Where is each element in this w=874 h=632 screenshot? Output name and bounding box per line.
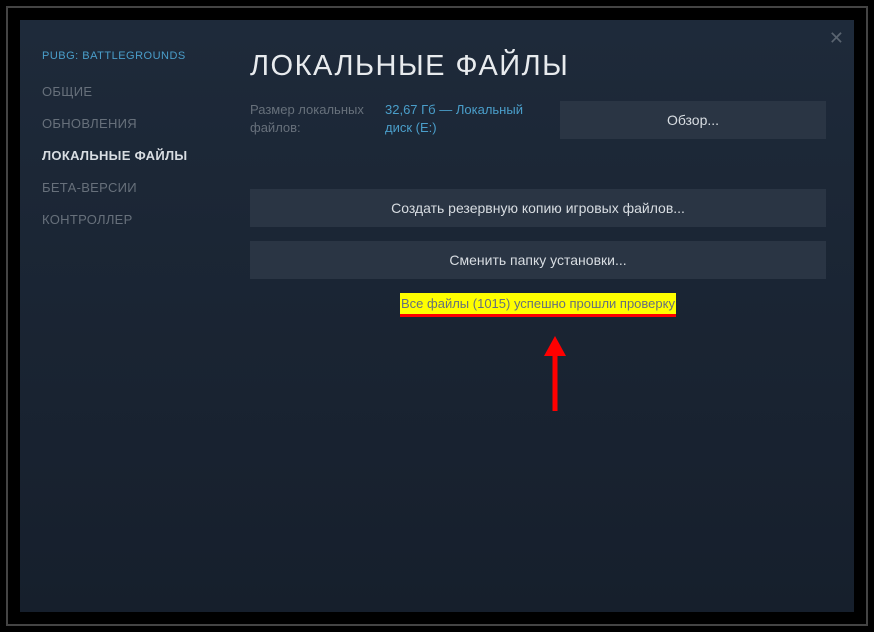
game-title: PUBG: BATTLEGROUNDS [42, 50, 230, 62]
sidebar-item-updates[interactable]: ОБНОВЛЕНИЯ [42, 116, 230, 131]
move-install-button[interactable]: Сменить папку установки... [250, 241, 826, 279]
validation-highlight: Все файлы (1015) успешно прошли проверку [400, 293, 676, 317]
file-size-label: Размер локальных файлов: [250, 101, 385, 137]
sidebar-item-betas[interactable]: БЕТА-ВЕРСИИ [42, 180, 230, 195]
sidebar-item-general[interactable]: ОБЩИЕ [42, 84, 230, 99]
page-title: ЛОКАЛЬНЫЕ ФАЙЛЫ [250, 50, 826, 83]
sidebar-item-controller[interactable]: КОНТРОЛЛЕР [42, 212, 230, 227]
content-panel: ЛОКАЛЬНЫЕ ФАЙЛЫ Размер локальных файлов:… [230, 20, 854, 612]
browse-button[interactable]: Обзор... [560, 101, 826, 139]
sidebar-item-local-files[interactable]: ЛОКАЛЬНЫЕ ФАЙЛЫ [42, 148, 230, 163]
file-size-row: Размер локальных файлов: 32,67 Гб — Лока… [250, 101, 826, 139]
validation-row: Все файлы (1015) успешно прошли проверку [250, 293, 826, 317]
backup-button[interactable]: Создать резервную копию игровых файлов..… [250, 189, 826, 227]
outer-frame: ✕ PUBG: BATTLEGROUNDS ОБЩИЕ ОБНОВЛЕНИЯ Л… [6, 6, 868, 626]
close-icon[interactable]: ✕ [829, 28, 844, 49]
sidebar: PUBG: BATTLEGROUNDS ОБЩИЕ ОБНОВЛЕНИЯ ЛОК… [20, 20, 230, 612]
validation-status-text: Все файлы (1015) успешно прошли проверку [401, 296, 675, 311]
arrow-annotation-icon [540, 336, 570, 416]
file-size-value[interactable]: 32,67 Гб — Локальный диск (E:) [385, 101, 540, 137]
properties-dialog: ✕ PUBG: BATTLEGROUNDS ОБЩИЕ ОБНОВЛЕНИЯ Л… [20, 20, 854, 612]
